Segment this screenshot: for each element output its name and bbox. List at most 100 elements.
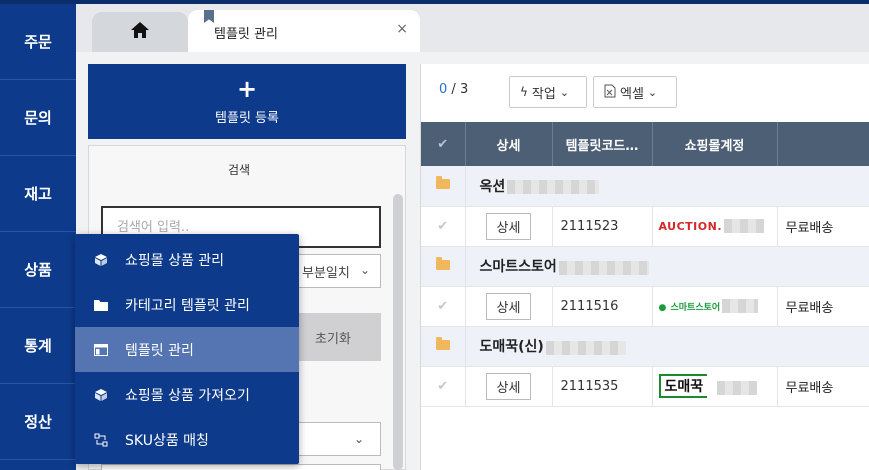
cube-icon bbox=[93, 252, 109, 268]
reset-label: 초기화 bbox=[315, 331, 351, 347]
menu-item-label: 쇼핑몰 상품 관리 bbox=[125, 252, 225, 269]
shipping-type: 무료배송 bbox=[777, 366, 869, 407]
group-row[interactable]: 스마트스토어 bbox=[421, 246, 869, 287]
redacted-text bbox=[558, 260, 649, 275]
action-label: 작업 bbox=[531, 86, 556, 102]
nav-item-inventory[interactable]: 재고 bbox=[0, 156, 76, 232]
nav-item-inquiries[interactable]: 문의 bbox=[0, 80, 76, 156]
table-row[interactable]: ✔ 상세 2111516 ● 스마트스토어 무료배송 bbox=[421, 286, 869, 327]
select-all-checkbox[interactable]: ✔ bbox=[421, 122, 466, 166]
menu-item-label: SKU상품 매칭 bbox=[125, 432, 209, 449]
header-mall-account[interactable]: 쇼핑몰계정 bbox=[652, 122, 778, 166]
nav-item-label: 재고 bbox=[24, 185, 52, 203]
header-template-code[interactable]: 템플릿코드… bbox=[552, 122, 653, 166]
group-name: 옥션 bbox=[479, 178, 506, 195]
tab-title: 템플릿 관리 bbox=[214, 27, 278, 42]
redacted-text bbox=[545, 340, 626, 355]
match-select-value: 부분일치 bbox=[302, 265, 350, 281]
table-header-row: ✔ 상세 템플릿코드… 쇼핑몰계정 bbox=[421, 122, 869, 166]
mall-account-cell: 도매꾹 bbox=[652, 366, 778, 407]
group-folder-cell bbox=[421, 246, 466, 287]
detail-cell: 상세 bbox=[465, 206, 553, 247]
bookmark-icon bbox=[204, 10, 214, 23]
filter-field[interactable] bbox=[101, 464, 381, 470]
folder-icon bbox=[435, 256, 450, 270]
group-row[interactable]: 도매꾹(신) bbox=[421, 326, 869, 367]
group-name: 도매꾹(신) bbox=[479, 339, 544, 355]
detail-button[interactable]: 상세 bbox=[485, 212, 532, 240]
group-name: 스마트스토어 bbox=[479, 259, 557, 275]
header-extra[interactable] bbox=[777, 122, 869, 166]
table-row[interactable]: ✔ 상세 2111535 도매꾹 무료배송 bbox=[421, 366, 869, 407]
table-row[interactable]: ✔ 상세 2111523 AUCTION. 무료배송 bbox=[421, 206, 869, 247]
excel-file-icon bbox=[604, 84, 616, 101]
nav-item-products[interactable]: 상품 bbox=[0, 232, 76, 308]
total-count: 3 bbox=[459, 82, 469, 97]
chevron-down-icon: ⌄ bbox=[359, 263, 370, 277]
smartstore-logo-icon: ● bbox=[658, 302, 667, 313]
products-submenu: 쇼핑몰 상품 관리 카테고리 템플릿 관리 템플릿 관리 쇼핑몰 상품 가져오기… bbox=[75, 234, 299, 464]
menu-item-sku-matching[interactable]: SKU상품 매칭 bbox=[75, 417, 299, 462]
cube-icon bbox=[93, 387, 109, 403]
chevron-down-icon: ⌄ bbox=[647, 85, 658, 99]
excel-label: 엑셀 bbox=[620, 86, 644, 102]
mall-account-cell: AUCTION. bbox=[652, 206, 778, 247]
row-checkbox[interactable]: ✔ bbox=[421, 366, 466, 407]
folder-icon bbox=[435, 336, 450, 350]
smartstore-logo: 스마트스토어 bbox=[670, 302, 721, 313]
excel-dropdown-button[interactable]: 엑셀 ⌄ bbox=[593, 76, 677, 108]
tab-home[interactable] bbox=[92, 12, 188, 52]
detail-button[interactable]: 상세 bbox=[485, 292, 532, 320]
shipping-type: 무료배송 bbox=[777, 206, 869, 247]
close-icon[interactable]: × bbox=[396, 21, 408, 37]
chevron-down-icon: ⌄ bbox=[353, 432, 364, 446]
selection-count: 0 / 3 bbox=[439, 82, 468, 97]
filter-select[interactable]: ⌄ bbox=[285, 422, 381, 456]
auction-logo: AUCTION. bbox=[658, 219, 723, 233]
register-template-button[interactable]: + 템플릿 등록 bbox=[88, 64, 406, 139]
row-checkbox[interactable]: ✔ bbox=[421, 286, 466, 327]
folder-icon bbox=[435, 176, 450, 190]
group-name-cell: 스마트스토어 bbox=[465, 246, 869, 287]
redacted-text bbox=[717, 380, 758, 395]
chevron-down-icon: ⌄ bbox=[559, 85, 570, 99]
nav-item-label: 문의 bbox=[24, 109, 52, 127]
header-detail[interactable]: 상세 bbox=[465, 122, 553, 166]
nav-item-settlement[interactable]: 정산 bbox=[0, 384, 76, 460]
redacted-text bbox=[507, 180, 600, 195]
group-folder-cell bbox=[421, 326, 466, 367]
menu-item-label: 카테고리 템플릿 관리 bbox=[125, 297, 250, 314]
template-code: 2111516 bbox=[552, 286, 653, 327]
template-list-panel: 0 / 3 ϟ 작업 ⌄ 엑셀 ⌄ ✔ 상세 템플릿코드… 쇼핑몰계정 옥션 ✔… bbox=[420, 64, 869, 470]
plus-icon: + bbox=[236, 75, 258, 103]
detail-cell: 상세 bbox=[465, 286, 553, 327]
reset-button[interactable]: 초기화 bbox=[285, 313, 381, 361]
redacted-text bbox=[724, 219, 765, 233]
template-table: ✔ 상세 템플릿코드… 쇼핑몰계정 옥션 ✔ 상세 2111523 AUCTIO… bbox=[421, 122, 869, 407]
group-folder-cell bbox=[421, 166, 466, 207]
menu-item-category-template-management[interactable]: 카테고리 템플릿 관리 bbox=[75, 282, 299, 327]
detail-cell: 상세 bbox=[465, 366, 553, 407]
nav-item-statistics[interactable]: 통계 bbox=[0, 308, 76, 384]
scrollbar[interactable] bbox=[393, 194, 403, 470]
group-row[interactable]: 옥션 bbox=[421, 166, 869, 207]
menu-item-label: 쇼핑몰 상품 가져오기 bbox=[125, 387, 250, 404]
action-dropdown-button[interactable]: ϟ 작업 ⌄ bbox=[509, 76, 587, 108]
home-icon bbox=[130, 21, 150, 43]
selected-count: 0 bbox=[439, 82, 448, 97]
menu-item-mall-product-management[interactable]: 쇼핑몰 상품 관리 bbox=[75, 237, 299, 282]
nav-item-label: 상품 bbox=[24, 261, 52, 279]
menu-item-template-management[interactable]: 템플릿 관리 bbox=[75, 327, 299, 372]
row-checkbox[interactable]: ✔ bbox=[421, 206, 466, 247]
nav-item-label: 통계 bbox=[24, 337, 52, 355]
match-type-select[interactable]: 부분일치 ⌄ bbox=[285, 254, 381, 288]
shipping-type: 무료배송 bbox=[777, 286, 869, 327]
detail-button[interactable]: 상세 bbox=[485, 372, 532, 400]
nav-item-orders[interactable]: 주문 bbox=[0, 4, 76, 80]
menu-item-import-mall-products[interactable]: 쇼핑몰 상품 가져오기 bbox=[75, 372, 299, 417]
left-nav: 주문 문의 재고 상품 통계 정산 bbox=[0, 4, 76, 470]
tab-template-management[interactable]: 템플릿 관리 × bbox=[188, 10, 420, 52]
tab-bar: 템플릿 관리 × bbox=[76, 4, 869, 52]
domaekkuk-logo: 도매꾹 bbox=[658, 374, 708, 398]
register-label: 템플릿 등록 bbox=[215, 111, 279, 126]
